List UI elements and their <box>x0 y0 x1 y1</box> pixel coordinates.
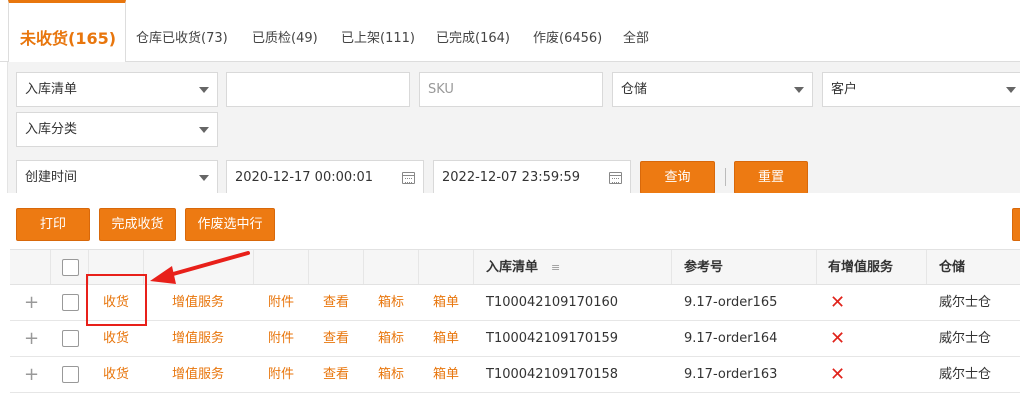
warehouse-name: 威尔士仓 <box>939 331 992 346</box>
highlight-box <box>86 274 147 326</box>
box-list-link[interactable]: 箱单 <box>433 321 459 356</box>
chevron-down-icon <box>199 175 209 181</box>
table-row: + 收货 增值服务 附件 查看 箱标 箱单 T100042109170158 9… <box>10 357 1020 393</box>
tab-not-received[interactable]: 未收货(165) <box>8 0 127 63</box>
sku-input[interactable]: SKU <box>419 72 603 107</box>
tab-quality-checked[interactable]: 已质检(49) <box>252 0 318 62</box>
inbound-list-number: T100042109170159 <box>486 331 619 346</box>
header-warehouse: 仓储 <box>939 260 966 275</box>
chevron-down-icon <box>794 87 804 93</box>
tab-shelved[interactable]: 已上架(111) <box>341 0 415 62</box>
complete-receive-button[interactable]: 完成收货 <box>99 208 176 241</box>
warehouse-name: 威尔士仓 <box>939 295 992 310</box>
receive-link[interactable]: 收货 <box>103 321 129 356</box>
header-value-added: 有增值服务 <box>828 260 894 275</box>
customer-select-value: 客户 <box>831 82 858 97</box>
box-label-link[interactable]: 箱标 <box>378 285 404 320</box>
warehouse-name: 威尔士仓 <box>939 367 992 382</box>
status-tabs: 未收货(165) 仓库已收货(73) 已质检(49) 已上架(111) 已完成(… <box>0 0 1020 63</box>
header-inbound-list[interactable]: 入库清单 <box>486 250 538 284</box>
inbound-category-select[interactable]: 入库分类 <box>16 112 218 147</box>
inbound-list-select[interactable]: 入库清单 <box>16 72 218 107</box>
no-mark-icon: ✕ <box>830 292 846 313</box>
divider <box>725 168 726 186</box>
warehouse-select[interactable]: 仓储 <box>612 72 813 107</box>
expand-icon[interactable]: + <box>24 285 39 320</box>
row-checkbox[interactable] <box>62 294 79 311</box>
reference-number: 9.17-order165 <box>684 295 778 310</box>
reference-number: 9.17-order163 <box>684 367 778 382</box>
time-type-select[interactable]: 创建时间 <box>16 160 218 195</box>
inbound-list-number: T100042109170160 <box>486 295 619 310</box>
expand-icon[interactable]: + <box>24 357 39 392</box>
chevron-down-icon <box>199 87 209 93</box>
start-time-value: 2020-12-17 00:00:01 <box>235 170 374 185</box>
start-time-input[interactable]: 2020-12-17 00:00:01 <box>226 160 424 195</box>
tab-all[interactable]: 全部 <box>623 0 649 62</box>
query-button[interactable]: 查询 <box>640 161 715 194</box>
end-time-value: 2022-12-07 23:59:59 <box>442 170 581 185</box>
no-mark-icon: ✕ <box>830 328 846 349</box>
sku-placeholder: SKU <box>428 82 454 97</box>
warehouse-select-value: 仓储 <box>621 82 648 97</box>
attachment-link[interactable]: 附件 <box>268 357 294 392</box>
value-added-service-link[interactable]: 增值服务 <box>172 321 224 356</box>
table-row: + 收货 增值服务 附件 查看 箱标 箱单 T100042109170160 9… <box>10 285 1020 321</box>
no-mark-icon: ✕ <box>830 364 846 385</box>
view-link[interactable]: 查看 <box>323 321 349 356</box>
print-button[interactable]: 打印 <box>16 208 90 241</box>
tab-voided[interactable]: 作废(6456) <box>533 0 602 62</box>
sort-icon[interactable]: ≡ <box>551 250 560 284</box>
attachment-link[interactable]: 附件 <box>268 321 294 356</box>
row-checkbox[interactable] <box>62 366 79 383</box>
row-checkbox[interactable] <box>62 330 79 347</box>
customer-select[interactable]: 客户 <box>822 72 1020 107</box>
inbound-category-select-value: 入库分类 <box>25 122 78 137</box>
reference-number: 9.17-order164 <box>684 331 778 346</box>
table-header-row: 入库清单 ≡ 参考号 有增值服务 仓储 <box>10 249 1020 285</box>
time-type-select-value: 创建时间 <box>25 170 78 185</box>
box-label-link[interactable]: 箱标 <box>378 357 404 392</box>
inbound-list-input[interactable] <box>226 72 410 107</box>
inbound-list-select-value: 入库清单 <box>25 82 78 97</box>
receive-link[interactable]: 收货 <box>103 357 129 392</box>
select-all-checkbox[interactable] <box>62 259 79 276</box>
view-link[interactable]: 查看 <box>323 285 349 320</box>
box-label-link[interactable]: 箱标 <box>378 321 404 356</box>
expand-icon[interactable]: + <box>24 321 39 356</box>
value-added-service-link[interactable]: 增值服务 <box>172 357 224 392</box>
calendar-icon[interactable] <box>402 172 415 184</box>
value-added-service-link[interactable]: 增值服务 <box>172 285 224 320</box>
end-time-input[interactable]: 2022-12-07 23:59:59 <box>433 160 631 195</box>
view-link[interactable]: 查看 <box>323 357 349 392</box>
more-actions-button[interactable] <box>1012 208 1020 241</box>
box-list-link[interactable]: 箱单 <box>433 357 459 392</box>
tab-completed[interactable]: 已完成(164) <box>436 0 510 62</box>
reset-button[interactable]: 重置 <box>734 161 808 194</box>
box-list-link[interactable]: 箱单 <box>433 285 459 320</box>
inbound-table: 入库清单 ≡ 参考号 有增值服务 仓储 + 收货 增值服务 附件 查看 箱标 箱… <box>10 249 1020 393</box>
table-row: + 收货 增值服务 附件 查看 箱标 箱单 T100042109170159 9… <box>10 321 1020 357</box>
tab-warehouse-received[interactable]: 仓库已收货(73) <box>136 0 228 62</box>
void-selected-button[interactable]: 作废选中行 <box>185 208 275 241</box>
header-reference: 参考号 <box>684 260 724 275</box>
chevron-down-icon <box>199 127 209 133</box>
calendar-icon[interactable] <box>609 172 622 184</box>
inbound-list-number: T100042109170158 <box>486 367 619 382</box>
attachment-link[interactable]: 附件 <box>268 285 294 320</box>
chevron-down-icon <box>1006 87 1016 93</box>
